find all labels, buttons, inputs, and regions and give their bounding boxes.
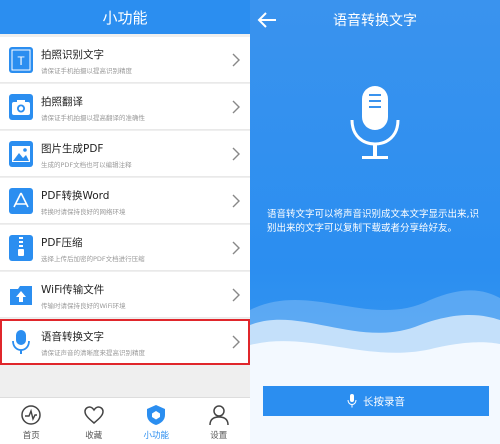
item-desc: 转换时请保持良好的网络环境 [41,208,126,216]
list-item-pdf-compress[interactable]: PDF压缩 选择上传后加密的PDF文档进行压缩 [0,225,250,271]
voice-to-text-screen: 语音转换文字 语音转文字可以将声音识别成文本文字显示出来,识别出来的文字可以复制… [250,0,500,444]
list-item-text-recognition[interactable]: T 拍照识别文字 请保证手机拍摄以提高识别精度 [0,37,250,83]
item-desc: 传输时请保持良好的WiFi环境 [41,302,126,310]
shield-icon [147,405,166,425]
svg-text:T: T [17,54,25,68]
pdf-icon [9,188,33,214]
chevron-right-icon [232,241,240,255]
tab-home[interactable]: 首页 [0,398,63,444]
item-title: 图片生成PDF [41,143,104,155]
item-desc: 请保证手机拍摄以提高翻译的准确性 [41,114,145,122]
microphone-icon [347,394,357,408]
feature-list: T 拍照识别文字 请保证手机拍摄以提高识别精度 拍照翻译 请保证手机拍摄以提高翻… [0,37,250,366]
chevron-right-icon [232,53,240,67]
item-desc: 选择上传后加密的PDF文档进行压缩 [41,255,145,263]
item-title: 拍照翻译 [41,96,83,108]
text-recognition-icon: T [9,47,33,73]
tab-features[interactable]: 小功能 [125,398,188,444]
page-title: 小功能 [0,0,250,34]
tab-label: 首页 [22,431,40,441]
chevron-right-icon [232,100,240,114]
camera-icon [9,94,33,120]
chevron-right-icon [232,335,240,349]
page-title: 语音转换文字 [333,13,417,29]
item-desc: 请保证手机拍摄以提高识别精度 [41,67,132,75]
item-title: PDF转换Word [41,190,110,202]
tab-settings[interactable]: 设置 [188,398,251,444]
item-title: 语音转换文字 [41,331,104,343]
list-item-voice-to-text[interactable]: 语音转换文字 请保证声音的清晰度来提高识别精度 [0,319,250,365]
item-title: WiFi传输文件 [41,284,105,296]
tab-label: 小功能 [143,431,169,441]
item-title: 拍照识别文字 [41,49,104,61]
hold-to-record-button[interactable]: 长按录音 [263,386,489,416]
microphone-icon [350,86,400,159]
chevron-right-icon [232,194,240,208]
list-item-photo-translate[interactable]: 拍照翻译 请保证手机拍摄以提高翻译的准确性 [0,84,250,130]
heart-icon [83,406,104,424]
list-item-image-to-pdf[interactable]: 图片生成PDF 生成的PDF文档也可以编辑注释 [0,131,250,177]
user-icon [209,405,229,426]
list-item-pdf-to-word[interactable]: PDF转换Word 转换时请保持良好的网络环境 [0,178,250,224]
bottom-tab-bar: 首页 收藏 小功能 设置 [0,397,250,444]
tab-favorites[interactable]: 收藏 [63,398,126,444]
image-icon [9,141,33,167]
tab-label: 设置 [210,431,228,441]
description-text: 语音转文字可以将声音识别成文本文字显示出来,识别出来的文字可以复制下载或者分享给… [267,209,480,234]
hold-to-record-label: 长按录音 [363,395,405,408]
zip-icon [9,235,33,261]
chevron-right-icon [232,288,240,302]
feature-list-screen: 小功能 T 拍照识别文字 请保证手机拍摄以提高识别精度 拍照翻译 请保证手机拍摄… [0,0,250,444]
item-desc: 请保证声音的清晰度来提高识别精度 [41,349,145,357]
tab-label: 收藏 [85,431,103,441]
pulse-icon [21,405,41,425]
item-desc: 生成的PDF文档也可以编辑注释 [41,161,132,169]
chevron-right-icon [232,147,240,161]
wave-decoration [250,290,500,444]
folder-upload-icon [10,286,32,305]
item-title: PDF压缩 [41,237,83,249]
list-item-wifi-transfer[interactable]: WiFi传输文件 传输时请保持良好的WiFi环境 [0,272,250,318]
microphone-icon [12,330,30,354]
